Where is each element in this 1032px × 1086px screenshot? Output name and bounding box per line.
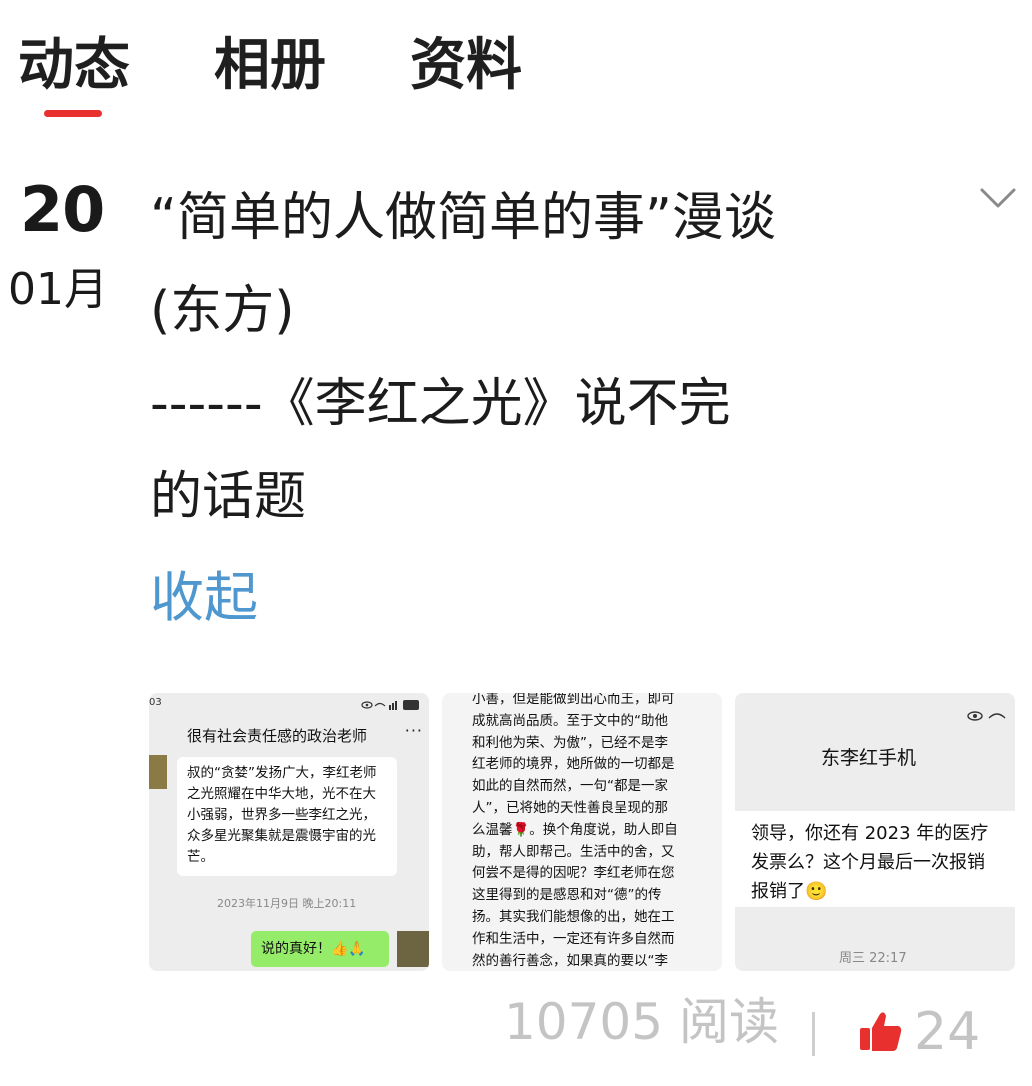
chevron-down-icon[interactable] [978, 178, 1018, 218]
post-date-day: 20 [20, 173, 105, 246]
thumbnail-chat-2[interactable]: 东李红手机 领导，你还有 2023 年的医疗 发票么？这个月最后一次报销 报销了… [735, 693, 1015, 971]
status-bar-icons [967, 711, 1006, 721]
article-text: 小善，但是能做到出心而王，即可 成就高尚品质。至于文中的“助他 和利他为荣、为傲… [472, 693, 678, 969]
chat-contact-name: 东李红手机 [821, 747, 917, 769]
thumbs-up-icon[interactable] [858, 1008, 904, 1054]
chat-timestamp: 2023年11月9日 晚上20:11 [217, 897, 357, 910]
like-count: 24 [914, 1002, 981, 1062]
tab-profile[interactable]: 资料 [410, 30, 522, 102]
post-date-month: 01月 [8, 264, 108, 315]
chat-header-title: 很有社会责任感的政治老师 [187, 727, 368, 745]
active-tab-indicator [44, 110, 102, 117]
tab-album[interactable]: 相册 [214, 30, 326, 102]
avatar [397, 931, 429, 967]
divider [812, 1012, 815, 1056]
tab-moments[interactable]: 动态 [18, 30, 130, 102]
thumbnail-chat-1[interactable]: 03 很有社会责任感的政治老师 ··· 叔的“贪婪”发扬广大，李红老师之光照耀在… [149, 693, 429, 971]
thumbnail-article[interactable]: 小善，但是能做到出心而王，即可 成就高尚品质。至于文中的“助他 和利他为荣、为傲… [442, 693, 722, 971]
chat-timestamp: 周三 22:17 [839, 951, 907, 966]
chat-message-bubble: 领导，你还有 2023 年的医疗 发票么？这个月最后一次报销 报销了🙂 [735, 811, 1015, 907]
post-title[interactable]: “简单的人做简单的事”漫谈 (东方) ------《李红之光》说不完 的话题 [150, 172, 910, 544]
profile-tabs: 动态 相册 资料 [0, 0, 1032, 130]
status-time: 03 [149, 697, 162, 708]
collapse-link[interactable]: 收起 [150, 562, 258, 634]
more-icon: ··· [404, 721, 423, 740]
chat-reply-bubble: 说的真好！👍🙏 [251, 931, 389, 967]
read-count: 10705 阅读 [504, 993, 779, 1051]
chat-message-bubble: 叔的“贪婪”发扬广大，李红老师之光照耀在中华大地，光不在大小强弱，世界多一些李红… [177, 757, 397, 876]
status-bar-icons [361, 700, 419, 710]
avatar [149, 755, 167, 789]
